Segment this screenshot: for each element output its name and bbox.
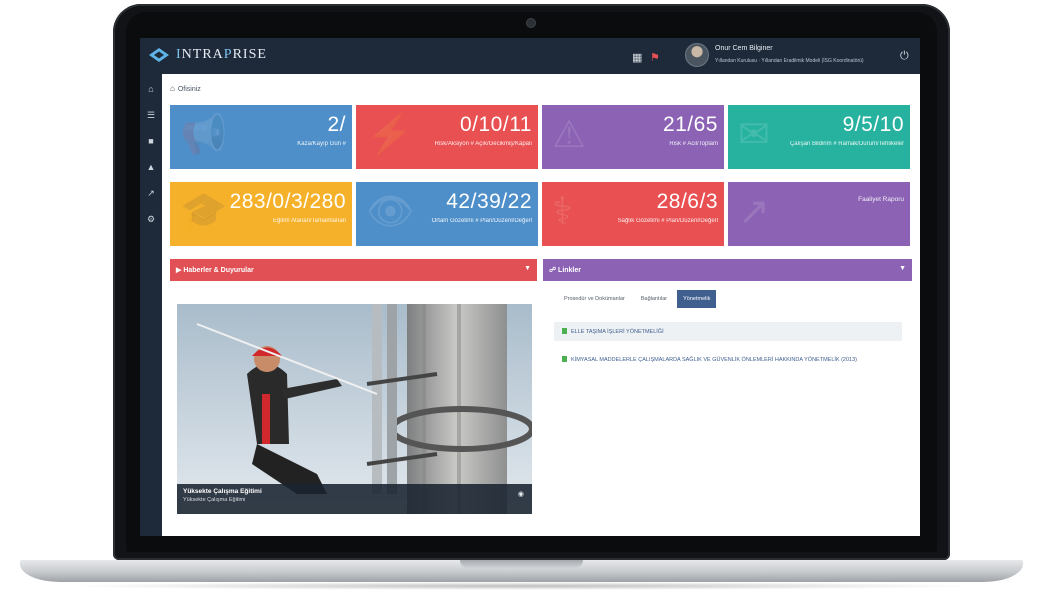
home-icon: ⌂	[170, 84, 175, 93]
links-panel-header[interactable]: ☍ Linkler ▼	[543, 259, 912, 281]
tile-value: 42/39/22	[446, 190, 532, 213]
sidebar: ⌂ ☰ ■ ▲ ↗ ⚙	[140, 74, 162, 536]
tile-employee-reports[interactable]: ✉ 9/5/10 Çalışan Bildirim # Ramak/Durum/…	[728, 105, 910, 169]
avatar[interactable]	[685, 43, 709, 67]
document-icon	[562, 328, 567, 334]
tile-label: Faaliyet Raporu	[858, 196, 904, 203]
camera-icon	[527, 19, 535, 27]
user-name[interactable]: Onur Cem Bilginer	[715, 45, 773, 52]
tile-training[interactable]: 🎓 283/0/3/280 Eğitim Atanan/Tamamlanan	[170, 182, 352, 246]
report-icon: ✉	[738, 114, 770, 156]
link-text: ELLE TAŞIMA İŞLERİ YÖNETMELİĞİ	[571, 329, 664, 335]
tile-value: 28/6/3	[656, 190, 718, 213]
list-icon[interactable]: ☰	[146, 110, 156, 120]
tile-label: Sağlık Gözetimi # Plan/Düzenl/Değerl	[617, 218, 718, 224]
tile-label: Ortam Gözetimi # Plan/Düzenl/Değerl	[431, 218, 532, 224]
tab-procedures[interactable]: Prosedür ve Dokümanlar	[558, 290, 631, 308]
breadcrumb-label: Ofisiniz	[177, 86, 201, 93]
photo-subtitle: Yüksekte Çalışma Eğitimi	[183, 497, 246, 503]
graduation-icon: 🎓	[180, 191, 228, 233]
warning-icon[interactable]: ▲	[146, 162, 156, 172]
news-panel-title: Haberler & Duyurular	[183, 267, 254, 274]
laptop-notch	[460, 560, 583, 568]
link-icon: ☍	[549, 267, 559, 274]
tile-value: 2/	[327, 113, 346, 136]
stethoscope-icon: ⚕	[552, 191, 573, 233]
chevron-down-icon[interactable]: ▼	[899, 265, 906, 272]
power-icon[interactable]: ⏻	[900, 50, 909, 63]
links-tabs: Prosedür ve Dokümanlar Bağlantılar Yönet…	[558, 290, 717, 308]
laptop-shadow	[60, 582, 983, 590]
home-icon[interactable]: ⌂	[146, 84, 156, 94]
alert-icon[interactable]: ⚑	[650, 51, 660, 64]
worker-photo	[177, 304, 532, 514]
list-item[interactable]: ELLE TAŞIMA İŞLERİ YÖNETMELİĞİ	[554, 322, 902, 341]
lightning-icon: ⚡	[366, 114, 414, 156]
brand-logo[interactable]: INTRAPRISE	[148, 47, 267, 63]
screen: INTRAPRISE ▦ ⚑ Onur Cem Bilginer Yılland…	[140, 38, 920, 536]
photo-caption: Yüksekte Çalışma Eğitimi Yüksekte Çalışm…	[177, 484, 532, 514]
list-item[interactable]: KİMYASAL MADDELERLE ÇALIŞMALARDA SAĞLIK …	[554, 349, 874, 371]
tile-value: 283/0/3/280	[229, 190, 346, 213]
main-content: ⌂ Ofisiniz 📢 2/ Kaza/Kayıp Gün # ⚡ 0/10/1…	[162, 74, 920, 536]
photo-title: Yüksekte Çalışma Eğitimi	[183, 488, 262, 495]
document-icon	[562, 356, 567, 362]
tab-connections[interactable]: Bağlantılar	[635, 290, 673, 308]
trend-chart-icon: ↗	[738, 191, 770, 233]
tile-label: Çalışan Bildirim # Ramak/Durum/Tehlikele…	[789, 141, 904, 147]
warning-icon: ⚠	[552, 114, 587, 156]
brand-name: INTRAPRISE	[176, 47, 267, 62]
chevron-down-icon[interactable]: ▼	[524, 265, 531, 272]
eye-icon[interactable]: ◉	[518, 490, 524, 498]
tile-risk-actions[interactable]: ⚡ 0/10/11 Risk/Aksiyon # Açık/Gecikmiş/K…	[356, 105, 538, 169]
book-icon[interactable]: ■	[146, 136, 156, 146]
tile-accidents[interactable]: 📢 2/ Kaza/Kayıp Gün #	[170, 105, 352, 169]
breadcrumb[interactable]: ⌂ Ofisiniz	[170, 84, 201, 93]
news-panel-header[interactable]: ▶ Haberler & Duyurular ▼	[170, 259, 537, 281]
link-text: KİMYASAL MADDELERLE ÇALIŞMALARDA SAĞLIK …	[571, 357, 857, 363]
logo-mark-icon	[148, 47, 170, 63]
megaphone-icon: 📢	[180, 114, 228, 156]
tile-label: Risk # Acil/Toplam	[669, 141, 718, 147]
tile-value: 0/10/11	[459, 113, 532, 136]
tile-label: Risk/Aksiyon # Açık/Gecikmiş/Kapalı	[434, 141, 532, 147]
calendar-icon[interactable]: ▦	[632, 51, 642, 64]
eye-icon: 👁	[366, 191, 415, 233]
tile-risks[interactable]: ⚠ 21/65 Risk # Acil/Toplam	[542, 105, 724, 169]
tile-label: Kaza/Kayıp Gün #	[297, 141, 346, 147]
tile-label: Eğitim Atanan/Tamamlanan	[272, 218, 346, 224]
tile-environment-monitoring[interactable]: 👁 42/39/22 Ortam Gözetimi # Plan/Düzenl/…	[356, 182, 538, 246]
settings-icon[interactable]: ⚙	[146, 214, 156, 224]
tab-regulations[interactable]: Yönetmelik	[677, 290, 717, 308]
tile-activity-report[interactable]: ↗ Faaliyet Raporu	[728, 182, 910, 246]
top-bar: INTRAPRISE ▦ ⚑ Onur Cem Bilginer Yılland…	[140, 38, 920, 74]
user-role: Yıllandan Kurulusu · Yıllandan Eradilmik…	[715, 58, 864, 64]
links-panel-title: Linkler	[558, 267, 581, 274]
chart-icon[interactable]: ↗	[146, 188, 156, 198]
tile-health-monitoring[interactable]: ⚕ 28/6/3 Sağlık Gözetimi # Plan/Düzenl/D…	[542, 182, 724, 246]
tile-value: 9/5/10	[842, 113, 904, 136]
tile-value: 21/65	[662, 113, 718, 136]
news-photo[interactable]: Yüksekte Çalışma Eğitimi Yüksekte Çalışm…	[177, 304, 532, 514]
